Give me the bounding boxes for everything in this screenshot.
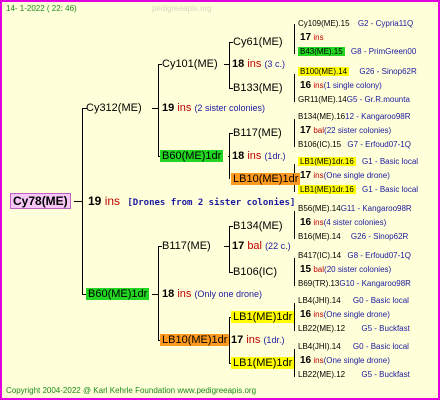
gen4-queen-9[interactable]: B56(ME).14G11 - Kangaroo98R bbox=[298, 204, 412, 214]
date-stamp: 14- 1-2022 ( 22: 46) bbox=[6, 4, 77, 13]
gen3-queen-4[interactable]: LB10(ME)1dr bbox=[231, 172, 301, 186]
connector bbox=[229, 42, 230, 88]
gen4-queen-11[interactable]: B417(IC).14 G8 - Erfoud07-1Q bbox=[298, 251, 411, 261]
gen2-info-3: 17 bal (22 c.) bbox=[232, 240, 291, 252]
connector bbox=[294, 211, 295, 239]
gen3-queen-6[interactable]: B106(IC) bbox=[233, 265, 277, 279]
gen4-queen-16[interactable]: LB22(ME).12 G5 - Buckfast bbox=[298, 370, 410, 380]
gen4-info-15: 16 ins(One single drone) bbox=[300, 355, 390, 366]
gen4-queen-8[interactable]: LB1(ME)1dr.16 G1 - Basic local bbox=[298, 185, 418, 195]
watermark: pedigreeapis.org bbox=[152, 4, 212, 13]
gen1-queen-2[interactable]: B60(ME)1dr bbox=[86, 287, 150, 301]
connector bbox=[158, 64, 159, 156]
gen4-queen-13[interactable]: LB4(JHI).14 G0 - Basic local bbox=[298, 296, 409, 306]
gen2-info-1: 18 ins (3 c.) bbox=[232, 58, 285, 70]
connector bbox=[158, 246, 159, 340]
gen4-info-3: 16 ins(1 single colony) bbox=[300, 80, 382, 91]
gen4-queen-1[interactable]: Cy109(ME).15 G2 - Cypria11Q bbox=[298, 19, 413, 29]
gen2-queen-4[interactable]: LB10(ME)1dr bbox=[160, 333, 230, 347]
gen1-info-1: 19 ins (2 sister colonies) bbox=[162, 102, 265, 114]
gen4-queen-10[interactable]: B16(ME).14 G26 - Sinop62R bbox=[298, 232, 408, 242]
gen4-queen-14[interactable]: LB22(ME).12 G5 - Buckfast bbox=[298, 324, 410, 334]
connector bbox=[294, 24, 295, 54]
connector bbox=[229, 226, 230, 272]
gen1-info-2: 18 ins (Only one drone) bbox=[162, 288, 262, 300]
gen3-queen-1[interactable]: Cy61(ME) bbox=[233, 35, 283, 49]
gen3-queen-3[interactable]: B117(ME) bbox=[233, 126, 282, 140]
gen4-queen-2[interactable]: B43(ME).15 G8 - PrimGreen00 bbox=[298, 47, 416, 57]
connector bbox=[294, 258, 295, 286]
gen3-queen-8[interactable]: LB1(ME)1dr bbox=[231, 356, 295, 370]
gen2-info-2: 18 ins (1dr.) bbox=[232, 150, 286, 162]
connector bbox=[74, 201, 82, 202]
gen4-info-1: 17 ins bbox=[300, 32, 324, 43]
gen3-queen-2[interactable]: B133(ME) bbox=[233, 81, 283, 95]
root-label: Cy78(ME) bbox=[10, 193, 71, 209]
pedigree-chart: 14- 1-2022 ( 22: 46) pedigreeapis.org Cy… bbox=[0, 0, 440, 400]
gen2-info-4: 17 ins (1dr.) bbox=[231, 334, 285, 346]
gen4-info-5: 17 bal(22 sister colonies) bbox=[300, 125, 392, 136]
root-queen[interactable]: Cy78(ME) bbox=[10, 193, 71, 209]
gen4-info-7: 17 ins(One single drone) bbox=[300, 170, 390, 181]
gen4-queen-12[interactable]: B69(TR).13G10 - Kangaroo98R bbox=[298, 279, 411, 289]
gen4-info-9: 16 ins(4 sister colonies) bbox=[300, 217, 387, 228]
connector bbox=[82, 108, 83, 294]
gen4-info-13: 16 ins(One single drone) bbox=[300, 309, 390, 320]
gen4-queen-7[interactable]: LB1(ME)1dr.16 G1 - Basic local bbox=[298, 157, 418, 167]
gen3-queen-5[interactable]: B134(ME) bbox=[233, 219, 283, 233]
gen4-queen-4[interactable]: GR11(ME).14G5 - Gr.R.mounta bbox=[298, 95, 410, 105]
gen4-info-11: 15 bal(20 sister colonies) bbox=[300, 264, 392, 275]
copyright-footer: Copyright 2004-2022 @ Karl Kehrle Founda… bbox=[6, 386, 257, 395]
connector bbox=[294, 119, 295, 147]
gen2-queen-2[interactable]: B60(ME)1dr bbox=[160, 149, 224, 163]
gen2-queen-1[interactable]: Cy101(ME) bbox=[162, 57, 218, 71]
gen4-queen-3[interactable]: B100(ME).14 G26 - Sinop62R bbox=[298, 67, 417, 77]
connector bbox=[229, 133, 230, 179]
gen1-queen-1[interactable]: Cy312(ME) bbox=[86, 101, 142, 115]
gen4-queen-6[interactable]: B106(IC).15 G7 - Erfoud07-1Q bbox=[298, 140, 411, 150]
connector bbox=[294, 74, 295, 102]
gen4-queen-15[interactable]: LB4(JHI).14 G0 - Basic local bbox=[298, 342, 409, 352]
root-info: 19 ins [Drones from 2 sister colonies] bbox=[88, 194, 296, 208]
gen3-queen-7[interactable]: LB1(ME)1dr bbox=[231, 310, 295, 324]
gen2-queen-3[interactable]: B117(ME) bbox=[162, 239, 211, 253]
gen4-queen-5[interactable]: B134(ME).1612 - Kangaroo98R bbox=[298, 112, 411, 122]
